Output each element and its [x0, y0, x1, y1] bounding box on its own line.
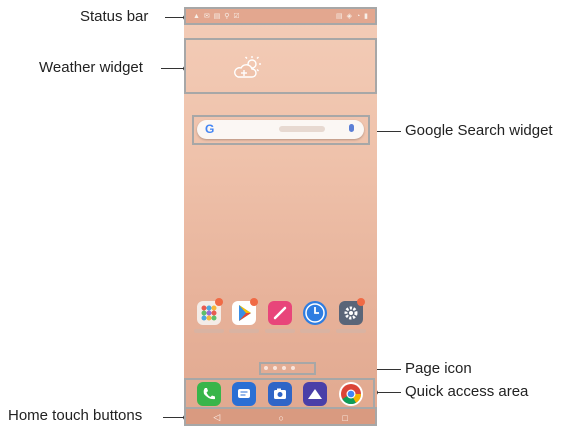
quick-access-area-leader	[375, 392, 401, 393]
weather-widget-leader	[161, 68, 185, 69]
notes-app-icon[interactable]	[268, 301, 292, 325]
app-icons-row	[194, 298, 367, 337]
clock-label	[300, 329, 330, 333]
notes-label	[265, 329, 295, 333]
google-search-widget-highlight	[192, 115, 370, 145]
quick-access-area-label: Quick access area	[405, 383, 529, 400]
status-bar-leader	[165, 17, 185, 18]
weather-widget-highlight	[184, 38, 377, 94]
folder-app-icon[interactable]	[197, 298, 223, 325]
status-bar-highlight	[184, 7, 377, 25]
home-touch-buttons-label: Home touch buttons	[8, 407, 143, 424]
page-icon-label: Page icon	[405, 360, 472, 377]
settings-label	[336, 329, 366, 333]
weather-widget-label: Weather widget	[39, 59, 143, 76]
status-bar-label: Status bar	[80, 8, 149, 25]
settings-badge	[357, 298, 365, 306]
clock-app-icon[interactable]	[303, 301, 327, 325]
google-search-widget-label: Google Search widget	[405, 122, 553, 139]
folder-badge	[215, 298, 223, 306]
play-store-badge	[250, 298, 258, 306]
home-touch-buttons-leader	[163, 417, 185, 418]
settings-app-icon[interactable]	[339, 298, 365, 325]
home-touch-buttons-highlight	[184, 407, 377, 426]
quick-access-area-highlight	[184, 378, 375, 409]
page-icon-highlight	[259, 362, 316, 375]
folder-label	[194, 329, 224, 333]
play-store-label	[229, 329, 259, 333]
play-store-icon[interactable]	[232, 298, 258, 325]
